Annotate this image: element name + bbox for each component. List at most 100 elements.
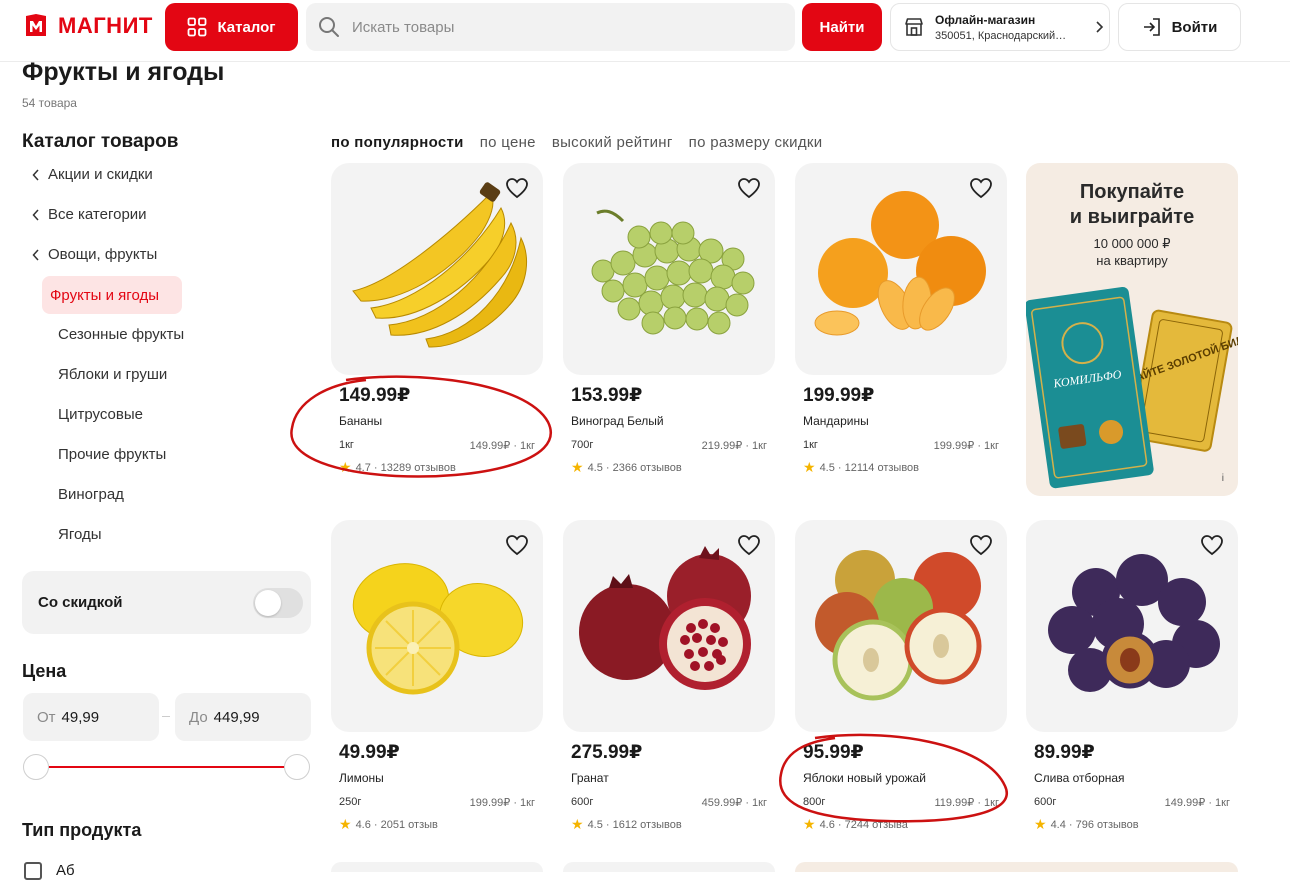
product-price: 153.99₽ (571, 385, 643, 406)
sort-discount[interactable]: по размеру скидки (689, 134, 823, 151)
product-unit-price: 199.99₽ · 1кг (469, 797, 535, 809)
sidebar-item-berries[interactable]: Ягоды (58, 526, 102, 543)
rating-text: 4.6 · 2051 отзыв (355, 818, 438, 831)
sidebar-item-apples-pears[interactable]: Яблоки и груши (58, 366, 167, 383)
favorite-heart-icon[interactable] (737, 534, 761, 556)
star-icon: ★ (571, 459, 584, 475)
product-name[interactable]: Лимоны (339, 771, 384, 785)
price-slider-track[interactable] (36, 766, 298, 768)
promo-sub-line2: на квартиру (1096, 253, 1168, 268)
store-selector[interactable]: Офлайн-магазин 350051, Краснодарский… (890, 3, 1110, 51)
promo-headline-line1: Покупайте (1079, 181, 1185, 203)
product-card[interactable]: 49.99₽ Лимоны 250г 199.99₽ · 1кг ★ 4.6 ·… (331, 520, 543, 840)
sort-options: по популярности по цене высокий рейтинг … (331, 134, 822, 151)
star-icon: ★ (803, 459, 816, 475)
promo-sub-line1: 10 000 000 ₽ (1093, 236, 1171, 251)
favorite-heart-icon[interactable] (505, 177, 529, 199)
sidebar-item-citrus[interactable]: Цитрусовые (58, 406, 143, 423)
catalog-label: Каталог (217, 18, 276, 36)
product-name[interactable]: Виноград Белый (571, 414, 664, 428)
store-icon (905, 18, 923, 36)
product-rating: ★ 4.6 · 7244 отзыва (803, 816, 908, 833)
product-image[interactable] (331, 520, 543, 732)
site-header: МАГНИТ Каталог Найти Офлайн-магазин 3500… (0, 0, 1290, 62)
product-price: 49.99₽ (339, 742, 400, 763)
price-range-dash (162, 716, 170, 717)
price-from-label: От (37, 708, 56, 726)
product-price: 89.99₽ (1034, 742, 1095, 763)
product-name[interactable]: Мандарины (803, 414, 869, 428)
rating-text: 4.7 · 13289 отзывов (355, 461, 456, 474)
product-card[interactable]: 149.99₽ Бананы 1кг 149.99₽ · 1кг ★ 4.7 ·… (331, 163, 543, 483)
product-unit-price: 119.99₽ · 1кг (934, 797, 999, 809)
product-card[interactable]: 95.99₽ Яблоки новый урожай 800г 119.99₽ … (795, 520, 1007, 840)
sidebar-back-all-categories[interactable]: Все категории (32, 206, 147, 223)
product-image[interactable] (1026, 520, 1238, 732)
login-button[interactable]: Войти (1118, 3, 1241, 51)
sidebar-item-other-fruits[interactable]: Прочие фрукты (58, 446, 166, 463)
price-from-value: 49,99 (61, 708, 100, 726)
grid-icon (188, 17, 207, 37)
sidebar-item-grapes[interactable]: Виноград (58, 486, 124, 503)
product-image[interactable] (795, 163, 1007, 375)
sidebar-item-seasonal[interactable]: Сезонные фрукты (58, 326, 184, 343)
price-to-field[interactable]: До 449,99 (175, 693, 311, 741)
product-card[interactable]: 275.99₽ Гранат 600г 459.99₽ · 1кг ★ 4.5 … (563, 520, 775, 840)
star-icon: ★ (803, 816, 816, 832)
product-name[interactable]: Гранат (571, 771, 609, 785)
product-image[interactable] (563, 163, 775, 375)
promo-headline: Покупайте и выиграйте (1026, 180, 1238, 230)
product-unit-price: 149.99₽ · 1кг (469, 440, 535, 452)
product-rating: ★ 4.4 · 796 отзывов (1034, 816, 1139, 833)
page-title: Фрукты и ягоды (22, 58, 225, 86)
price-to-label: До (189, 708, 208, 726)
catalog-button[interactable]: Каталог (165, 3, 298, 51)
price-from-field[interactable]: От 49,99 (23, 693, 159, 741)
product-rating: ★ 4.5 · 12114 отзывов (803, 459, 919, 476)
product-image[interactable] (795, 520, 1007, 732)
product-count: 54 товара (22, 96, 77, 110)
product-name[interactable]: Слива отборная (1034, 771, 1125, 785)
discount-toggle[interactable] (253, 587, 303, 618)
toggle-knob (255, 589, 281, 616)
rating-text: 4.5 · 2366 отзывов (587, 461, 682, 474)
product-type-checkbox[interactable] (24, 862, 42, 880)
product-image[interactable] (331, 163, 543, 375)
price-slider-max-handle[interactable] (284, 754, 310, 780)
favorite-heart-icon[interactable] (1200, 534, 1224, 556)
product-unit-price: 149.99₽ · 1кг (1164, 797, 1230, 809)
promo-info-icon[interactable]: i (1222, 473, 1224, 484)
sort-popularity[interactable]: по популярности (331, 134, 464, 151)
price-slider-min-handle[interactable] (23, 754, 49, 780)
sidebar-back-promotions[interactable]: Акции и скидки (32, 166, 153, 183)
product-name[interactable]: Бананы (339, 414, 382, 428)
product-card[interactable]: 153.99₽ Виноград Белый 700г 219.99₽ · 1к… (563, 163, 775, 483)
favorite-heart-icon[interactable] (505, 534, 529, 556)
chevron-right-icon (1096, 21, 1104, 33)
chevron-left-icon (32, 168, 39, 181)
favorite-heart-icon[interactable] (737, 177, 761, 199)
product-image[interactable] (563, 520, 775, 732)
search-input[interactable] (352, 18, 772, 36)
product-card[interactable]: 89.99₽ Слива отборная 600г 149.99₽ · 1кг… (1026, 520, 1238, 840)
search-bar[interactable] (306, 3, 795, 51)
sort-price[interactable]: по цене (480, 134, 536, 151)
logo[interactable]: МАГНИТ (22, 12, 153, 40)
product-weight: 250г (339, 796, 362, 808)
sidebar-back-vegetables-fruits[interactable]: Овощи, фрукты (32, 246, 157, 263)
rating-text: 4.5 · 1612 отзывов (587, 818, 682, 831)
product-type-label: Аб (56, 862, 75, 879)
price-filter-title: Цена (22, 661, 67, 681)
sidebar-item-fruits-berries[interactable]: Фрукты и ягоды (42, 276, 182, 314)
find-button[interactable]: Найти (802, 3, 882, 51)
chevron-left-icon (32, 248, 39, 261)
promo-banner[interactable]: Покупайте и выиграйте 10 000 000 ₽ на кв… (1026, 163, 1238, 496)
product-card[interactable]: 199.99₽ Мандарины 1кг 199.99₽ · 1кг ★ 4.… (795, 163, 1007, 483)
favorite-heart-icon[interactable] (969, 534, 993, 556)
product-weight: 600г (1034, 796, 1057, 808)
next-row-card-edge (563, 862, 775, 872)
rating-text: 4.4 · 796 отзывов (1050, 818, 1139, 831)
favorite-heart-icon[interactable] (969, 177, 993, 199)
product-name[interactable]: Яблоки новый урожай (803, 771, 926, 785)
sort-rating[interactable]: высокий рейтинг (552, 134, 673, 151)
